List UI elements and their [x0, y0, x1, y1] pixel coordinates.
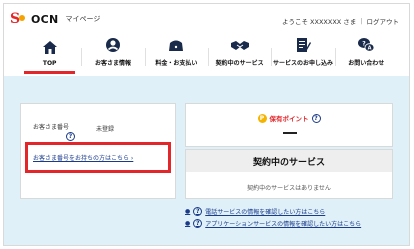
application-service-link[interactable]: ● ? アプリケーションサービスの情報を確認したい方はこちら	[185, 219, 361, 228]
points-card: P 保有ポイント ?	[185, 103, 393, 147]
point-coin-icon: P	[257, 113, 267, 123]
nav-label: お問い合わせ	[348, 60, 385, 67]
nav-item-billing[interactable]: 料金・お支払い	[144, 34, 208, 74]
customer-number-link[interactable]: お客さま番号をお持ちの方はこちら ›	[33, 153, 133, 162]
nav-label: 契約中のサービス	[215, 60, 264, 67]
bullet-icon: ●	[185, 208, 191, 215]
nav-label: サービスのお申し込み	[272, 60, 333, 67]
contracted-services-card: 契約中のサービス 契約中のサービスはありません	[185, 149, 393, 199]
bullet-icon: ●	[185, 220, 191, 227]
contact-chat-icon: ? A	[356, 36, 376, 54]
greeting-text: ようこそ XXXXXXX さま	[281, 18, 357, 26]
svg-text:A: A	[368, 46, 372, 52]
ocn-logo[interactable]: S OCN マイページ	[10, 12, 100, 26]
customer-number-label: お客さま番号	[33, 124, 70, 131]
main-content: お客さま番号 ? 未登録 お客さま番号をお持ちの方はこちら › P 保有ポイント…	[4, 76, 409, 245]
user-bar: ようこそ XXXXXXX さま | ログアウト	[282, 16, 399, 26]
help-icon[interactable]: ?	[311, 113, 321, 123]
logo-subtitle: マイページ	[65, 15, 101, 23]
application-form-icon	[293, 36, 313, 54]
link-text[interactable]: 電話サービスの情報を確認したい方はこちら	[205, 207, 325, 216]
help-icon[interactable]: ?	[66, 132, 75, 141]
phone-service-link[interactable]: ● ? 電話サービスの情報を確認したい方はこちら	[185, 207, 361, 216]
nav-item-customer-info[interactable]: お客さま情報	[81, 34, 144, 74]
logo-text: OCN	[31, 12, 59, 26]
nav-item-contracted-services[interactable]: 契約中のサービス	[207, 34, 271, 74]
help-icon[interactable]: ?	[193, 207, 203, 216]
divider: |	[360, 17, 363, 25]
wallet-icon	[166, 36, 186, 54]
mypage-window: S OCN マイページ ようこそ XXXXXXX さま | ログアウト TOP …	[3, 3, 410, 246]
link-text[interactable]: アプリケーションサービスの情報を確認したい方はこちら	[205, 219, 361, 228]
nav-label: 料金・お支払い	[155, 60, 198, 67]
services-empty-text: 契約中のサービスはありません	[247, 185, 331, 192]
nav-label: TOP	[42, 60, 57, 67]
nav-item-contact[interactable]: ? A お問い合わせ	[334, 34, 398, 74]
info-links: ● ? 電話サービスの情報を確認したい方はこちら ● ? アプリケーションサービ…	[185, 207, 361, 231]
nav-label: お客さま情報	[94, 60, 131, 67]
customer-number-status: 未登録	[96, 126, 115, 133]
ocn-logo-mark-icon: S	[10, 12, 28, 26]
points-value-dash	[283, 132, 297, 134]
main-nav: TOP お客さま情報 料金・お支払い 契約中のサービス サービスのお申し込み ?…	[18, 34, 398, 74]
services-title: 契約中のサービス	[186, 150, 392, 172]
nav-item-top[interactable]: TOP	[18, 34, 81, 74]
user-icon	[103, 36, 123, 54]
handshake-icon	[230, 36, 250, 54]
nav-item-service-application[interactable]: サービスのお申し込み	[271, 34, 334, 74]
top-bar: S OCN マイページ ようこそ XXXXXXX さま | ログアウト	[4, 4, 409, 32]
logout-link[interactable]: ログアウト	[367, 16, 400, 26]
help-icon[interactable]: ?	[193, 219, 203, 228]
points-title: 保有ポイント	[269, 115, 309, 123]
home-icon	[40, 38, 60, 56]
customer-number-card: お客さま番号 ? 未登録 お客さま番号をお持ちの方はこちら ›	[20, 103, 176, 199]
